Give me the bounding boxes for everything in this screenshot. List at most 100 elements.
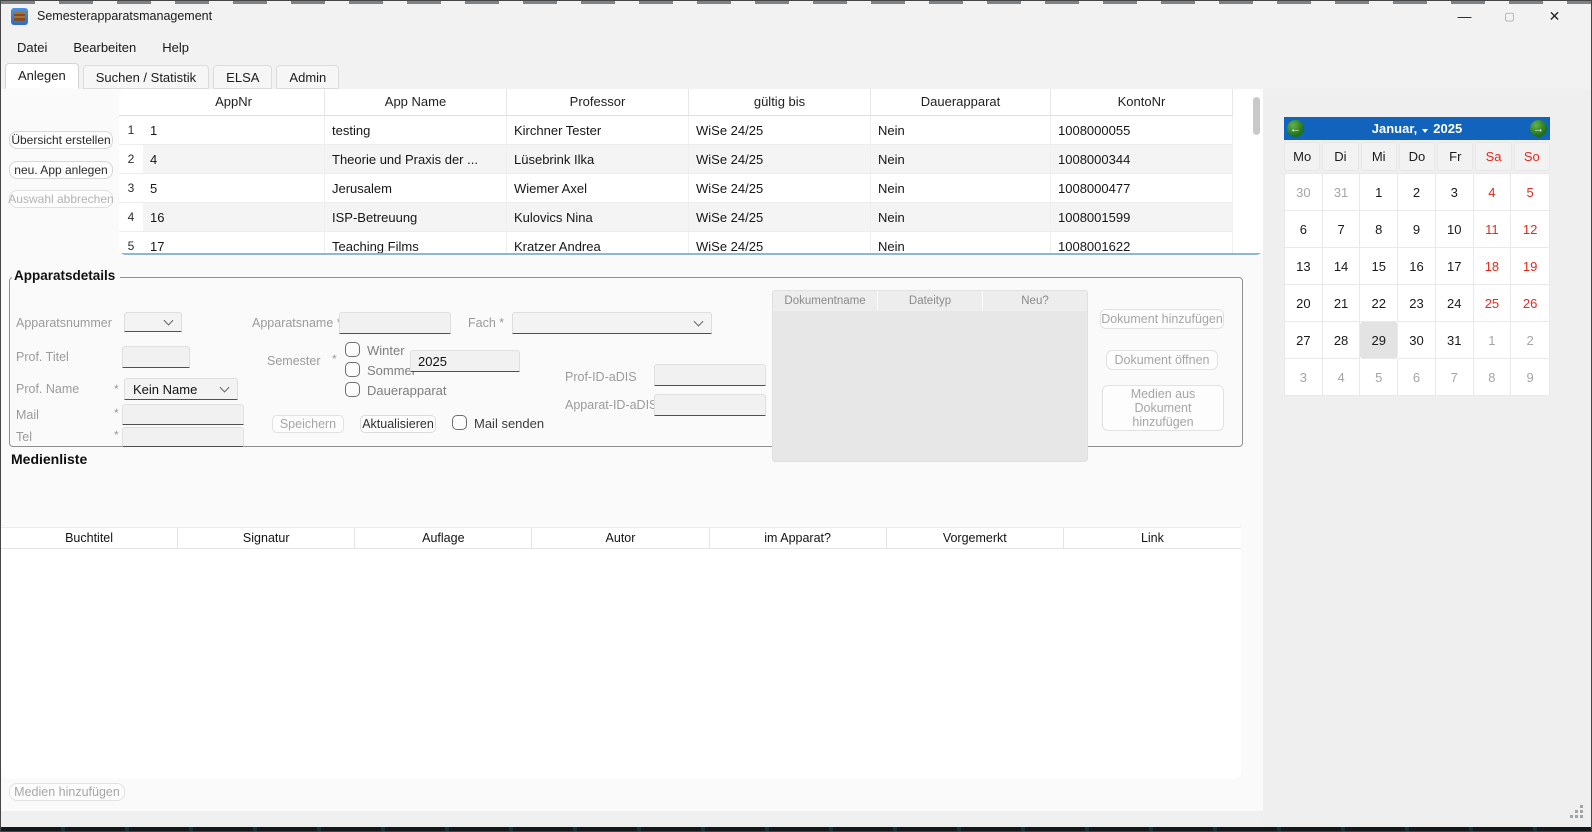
prof-id-adis-input[interactable]: [654, 364, 766, 386]
calendar-date-cell[interactable]: 8: [1474, 359, 1512, 396]
calendar-date-cell[interactable]: 27: [1285, 322, 1323, 359]
prof-name-combobox[interactable]: Kein Name: [124, 378, 238, 400]
apparat-id-adis-input[interactable]: [654, 394, 766, 416]
tab-page-anlegen: Übersicht erstellen neu. App anlegen Auswa…: [1, 89, 1263, 811]
column-header: gültig bis: [689, 89, 871, 116]
calendar-date-cell[interactable]: 2: [1511, 322, 1549, 359]
calendar-date-cell[interactable]: 15: [1360, 248, 1398, 285]
calendar-date-cell[interactable]: 22: [1360, 285, 1398, 322]
calendar-next-button[interactable]: →: [1530, 120, 1547, 137]
table-cell: Lüsebrink Ilka: [507, 145, 689, 174]
calendar-date-cell[interactable]: 3: [1436, 174, 1474, 211]
calendar-date-cell[interactable]: 9: [1398, 211, 1436, 248]
calendar-date-cell[interactable]: 30: [1285, 174, 1323, 211]
menu-item-help[interactable]: Help: [162, 40, 189, 55]
medien-hinzufuegen-button[interactable]: Medien hinzufügen: [9, 783, 125, 801]
calendar-date-cell[interactable]: 4: [1474, 174, 1512, 211]
sidebar-button-1[interactable]: Übersicht erstellen: [9, 131, 113, 149]
sommer-radio[interactable]: [345, 362, 360, 377]
speichern-button[interactable]: Speichern: [272, 415, 344, 433]
calendar-date-cell[interactable]: 2: [1398, 174, 1436, 211]
calendar-date-cell[interactable]: 1: [1360, 174, 1398, 211]
apparatsname-input[interactable]: [339, 312, 451, 334]
app-window: Semesterapparatsmanagement — ▢ ✕ DateiBe…: [0, 0, 1592, 832]
calendar-date-cell[interactable]: 29: [1360, 322, 1398, 359]
calendar-date-cell[interactable]: 20: [1285, 285, 1323, 322]
dokument-hinzufuegen-button[interactable]: Dokument hinzufügen: [1100, 309, 1224, 329]
apparatsdetails-groupbox: Apparatsdetails Apparatsnummer Prof. Tit…: [9, 277, 1243, 447]
maximize-button[interactable]: ▢: [1487, 1, 1532, 31]
calendar-date-cell[interactable]: 14: [1323, 248, 1361, 285]
row-number: 3: [119, 174, 143, 203]
table-row[interactable]: 24Theorie und Praxis der ...Lüsebrink Il…: [119, 145, 1263, 174]
fach-combobox[interactable]: [512, 312, 712, 334]
calendar-date-cell[interactable]: 17: [1436, 248, 1474, 285]
calendar-date-cell[interactable]: 30: [1398, 322, 1436, 359]
winter-radio[interactable]: [345, 342, 360, 357]
tel-input[interactable]: [122, 427, 244, 447]
sommer-label: Sommer: [367, 363, 416, 378]
calendar-prev-button[interactable]: ←: [1287, 120, 1304, 137]
calendar-date-cell[interactable]: 28: [1323, 322, 1361, 359]
calendar-title[interactable]: Januar, 2025: [1372, 121, 1462, 136]
calendar-date-cell[interactable]: 24: [1436, 285, 1474, 322]
calendar-date-cell[interactable]: 26: [1511, 285, 1549, 322]
table-cell: WiSe 24/25: [689, 203, 871, 232]
calendar-date-cell[interactable]: 7: [1323, 211, 1361, 248]
table-row[interactable]: 35JerusalemWiemer AxelWiSe 24/25Nein1008…: [119, 174, 1263, 203]
sidebar-button-3[interactable]: Auswahl abbrechen: [9, 190, 113, 208]
calendar-date-cell[interactable]: 5: [1360, 359, 1398, 396]
calendar-date-cell[interactable]: 6: [1398, 359, 1436, 396]
tab-admin[interactable]: Admin: [276, 65, 339, 89]
calendar-date-cell[interactable]: 19: [1511, 248, 1549, 285]
table-row[interactable]: 11testingKirchner TesterWiSe 24/25Nein10…: [119, 116, 1263, 145]
calendar-date-cell[interactable]: 23: [1398, 285, 1436, 322]
menu-item-datei[interactable]: Datei: [17, 40, 47, 55]
aktualisieren-button[interactable]: Aktualisieren: [360, 415, 436, 433]
calendar-date-cell[interactable]: 1: [1474, 322, 1512, 359]
table-cell: Kulovics Nina: [507, 203, 689, 232]
calendar-date-cell[interactable]: 25: [1474, 285, 1512, 322]
calendar-date-cell[interactable]: 6: [1285, 211, 1323, 248]
resize-grip[interactable]: [1569, 804, 1583, 818]
calendar-date-cell[interactable]: 5: [1511, 174, 1549, 211]
dauerapparat-radio[interactable]: [345, 382, 360, 397]
menu-item-bearbeiten[interactable]: Bearbeiten: [73, 40, 136, 55]
calendar-date-cell[interactable]: 9: [1511, 359, 1549, 396]
sidebar-button-2[interactable]: neu. App anlegen: [9, 161, 113, 179]
mail-senden-checkbox[interactable]: [452, 415, 467, 430]
calendar-day-header: Mi: [1361, 142, 1397, 171]
calendar-date-cell[interactable]: 13: [1285, 248, 1323, 285]
close-button[interactable]: ✕: [1532, 1, 1577, 31]
dokument-oeffnen-button[interactable]: Dokument öffnen: [1106, 350, 1218, 370]
calendar-date-cell[interactable]: 4: [1323, 359, 1361, 396]
table-row[interactable]: 517Teaching FilmsKratzer AndreaWiSe 24/2…: [119, 232, 1263, 255]
table-cell: 17: [143, 232, 325, 255]
scrollbar-thumb[interactable]: [1253, 97, 1260, 135]
tab-suchen-statistik[interactable]: Suchen / Statistik: [83, 65, 209, 89]
calendar-date-cell[interactable]: 7: [1436, 359, 1474, 396]
calendar-date-cell[interactable]: 3: [1285, 359, 1323, 396]
tab-elsa[interactable]: ELSA: [213, 65, 272, 89]
apparatsname-label: Apparatsname *: [252, 316, 342, 330]
calendar-date-cell[interactable]: 18: [1474, 248, 1512, 285]
medien-aus-dokument-button[interactable]: Medien aus Dokument hinzufügen: [1102, 385, 1224, 431]
minimize-button[interactable]: —: [1442, 1, 1487, 31]
calendar-date-cell[interactable]: 16: [1398, 248, 1436, 285]
semester-year-input[interactable]: 2025: [410, 350, 520, 372]
prof-titel-input[interactable]: [122, 346, 190, 368]
mail-input[interactable]: [122, 404, 244, 425]
tab-anlegen[interactable]: Anlegen: [5, 63, 79, 89]
calendar-day-header: Fr: [1437, 142, 1473, 171]
table-cell: Nein: [871, 203, 1051, 232]
calendar-date-cell[interactable]: 31: [1323, 174, 1361, 211]
calendar-date-cell[interactable]: 8: [1360, 211, 1398, 248]
calendar-date-cell[interactable]: 21: [1323, 285, 1361, 322]
calendar-date-cell[interactable]: 10: [1436, 211, 1474, 248]
table-row[interactable]: 416ISP-BetreuungKulovics NinaWiSe 24/25N…: [119, 203, 1263, 232]
calendar-date-cell[interactable]: 12: [1511, 211, 1549, 248]
calendar-date-cell[interactable]: 31: [1436, 322, 1474, 359]
calendar-date-cell[interactable]: 11: [1474, 211, 1512, 248]
apps-table-scrollbar[interactable]: [1253, 97, 1260, 247]
apparatsnummer-combobox[interactable]: [124, 312, 182, 332]
